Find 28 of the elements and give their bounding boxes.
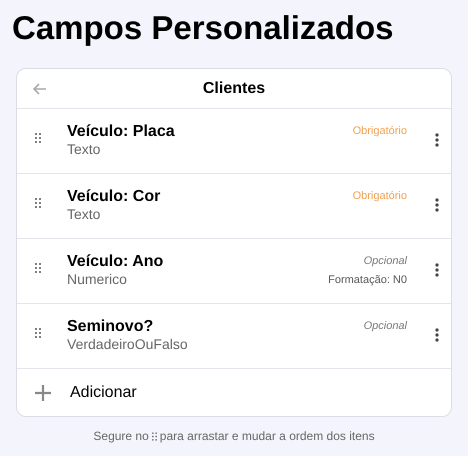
drag-handle-icon[interactable] bbox=[35, 198, 41, 208]
format-label: Formatação: N0 bbox=[328, 272, 407, 288]
requirement-label: Obrigatório bbox=[352, 124, 407, 139]
add-button[interactable]: Adicionar bbox=[17, 369, 451, 416]
field-name: Veículo: Cor bbox=[67, 188, 162, 206]
drag-handle-icon[interactable] bbox=[152, 432, 157, 440]
drag-handle-icon[interactable] bbox=[35, 328, 41, 338]
more-options-icon[interactable] bbox=[435, 263, 439, 277]
field-type: Texto bbox=[67, 141, 102, 158]
more-options-icon[interactable] bbox=[435, 328, 439, 342]
page-title: Campos Personalizados bbox=[12, 8, 394, 48]
hint-text: para arrastar e mudar a ordem dos itens bbox=[160, 428, 375, 445]
field-name: Seminovo? bbox=[67, 318, 154, 336]
field-name: Veículo: Placa bbox=[67, 123, 176, 141]
drag-handle-icon[interactable] bbox=[35, 263, 41, 273]
drag-handle-icon[interactable] bbox=[35, 133, 41, 143]
hint-text: Segure no bbox=[93, 428, 149, 445]
requirement-label: Obrigatório bbox=[352, 189, 407, 204]
more-options-icon[interactable] bbox=[435, 198, 439, 212]
requirement-label: Opcional bbox=[364, 254, 407, 269]
more-options-icon[interactable] bbox=[435, 133, 439, 147]
field-name: Veículo: Ano bbox=[67, 253, 164, 271]
field-type: Texto bbox=[67, 206, 102, 223]
field-type: Numerico bbox=[67, 271, 128, 288]
requirement-label: Opcional bbox=[364, 319, 407, 334]
field-type: VerdadeiroOuFalso bbox=[67, 336, 189, 353]
card-title: Clientes bbox=[202, 78, 266, 98]
plus-icon bbox=[34, 384, 52, 402]
